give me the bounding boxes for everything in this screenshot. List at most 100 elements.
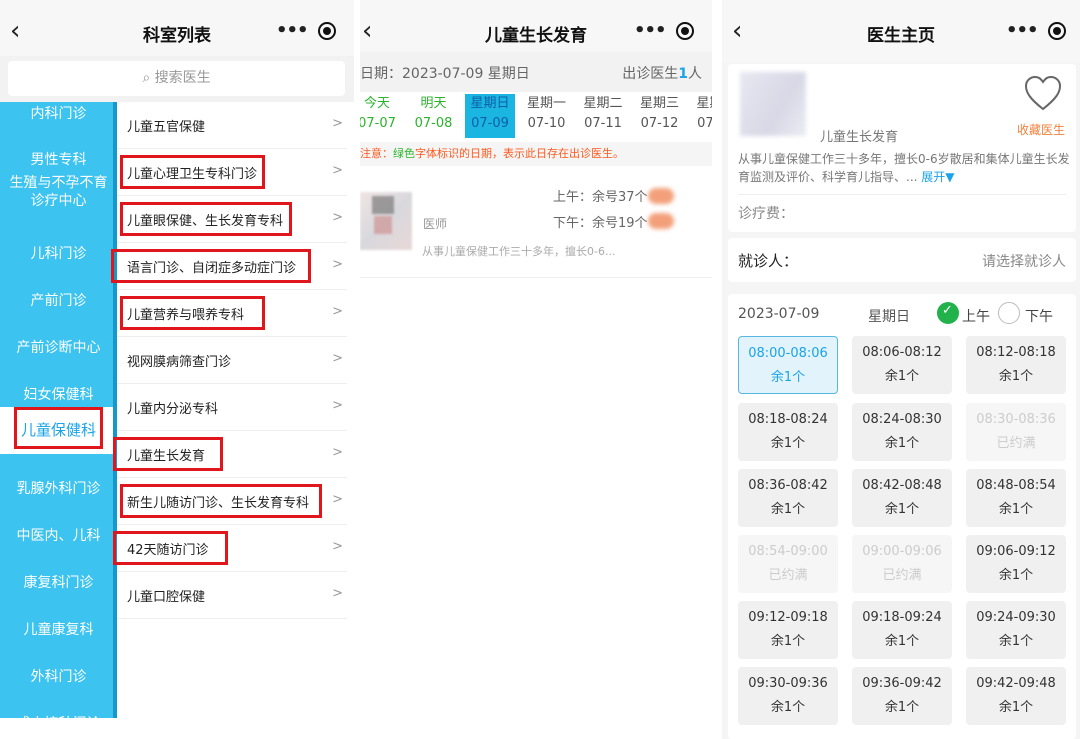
sidebar-item[interactable]: 乳腺外科门诊 (0, 480, 117, 498)
day-date: 07-13 (697, 116, 712, 131)
highlight-box (120, 202, 292, 236)
fee-label: 诊疗费： (738, 206, 794, 222)
time-slot[interactable]: 08:42-08:48 余1个 (852, 469, 952, 527)
department-row[interactable]: 视网膜病筛查门诊 > (117, 337, 347, 384)
department-label: 儿童内分泌专科 (127, 402, 219, 417)
time-slot[interactable]: 09:42-09:48 余1个 (966, 667, 1066, 725)
patient-selector[interactable]: 就诊人： 请选择就诊人 (728, 238, 1076, 282)
sidebar-item[interactable]: 外科门诊 (0, 668, 117, 686)
afternoon-radio[interactable] (998, 302, 1020, 324)
department-list-screen: ‹ 科室列表 ••• ⌕ 搜索医生 内科门诊 男性专科 生殖与不孕不育诊疗中心 儿科门… (0, 0, 354, 739)
slot-status: 余1个 (884, 436, 920, 451)
time-slot[interactable]: 09:12-09:18 余1个 (738, 601, 838, 659)
heart-icon[interactable] (1023, 74, 1063, 114)
department-row[interactable]: 儿童内分泌专科 > (117, 384, 347, 431)
highlight-box (111, 249, 311, 283)
day-tab[interactable]: 今天 07-07 (360, 94, 402, 138)
time-slot[interactable]: 09:18-09:24 余1个 (852, 601, 952, 659)
sidebar-item[interactable]: 康复科门诊 (0, 574, 117, 592)
target-icon[interactable] (676, 22, 694, 40)
doctor-role: 医师 (423, 217, 448, 231)
time-slot[interactable]: 08:36-08:42 余1个 (738, 469, 838, 527)
patient-placeholder: 请选择就诊人 (982, 254, 1066, 270)
sidebar-item[interactable]: 儿童康复科 (0, 621, 117, 639)
sidebar-item[interactable]: 男性专科 (0, 151, 117, 169)
doctor-profile-screen: ‹ 医生主页 ••• 儿童生长发育 收藏医生 从事儿童保健工作三十多年，擅长0-… (722, 0, 1080, 739)
search-placeholder: 搜索医生 (154, 70, 211, 86)
day-name: 星期三 (639, 96, 679, 111)
sidebar-item[interactable]: 成人接种门诊 (0, 715, 117, 718)
time-slot[interactable]: 09:36-09:42 余1个 (852, 667, 952, 725)
time-slot: 08:30-08:36 已约满 (966, 403, 1066, 461)
time-slot[interactable]: 08:06-08:12 余1个 (852, 336, 952, 394)
expand-link[interactable]: 展开▼ (921, 170, 954, 184)
chevron-right-icon: > (332, 586, 343, 601)
chevron-right-icon: > (332, 351, 343, 366)
morning-radio[interactable] (937, 302, 959, 324)
slot-time: 08:00-08:06 (748, 346, 828, 361)
more-dots-icon[interactable]: ••• (634, 20, 667, 41)
favorite-doctor-button[interactable]: 收藏医生 (1017, 121, 1065, 138)
day-name: 星期四 (696, 96, 712, 111)
day-selector: 今天 07-07 明天 07-08 星期日 07-09 星期一 07-10 星期二 07-11 星期… (360, 92, 712, 140)
target-icon[interactable] (318, 22, 336, 40)
time-slot: 09:00-09:06 已约满 (852, 535, 952, 593)
day-tab[interactable]: 星期四 07-13 (691, 94, 712, 138)
day-tab[interactable]: 星期三 07-12 (635, 94, 685, 138)
day-tab[interactable]: 星期二 07-11 (578, 94, 628, 138)
doctor-description: 从事儿童保健工作三十多年，擅长0-6... (422, 245, 616, 258)
highlight-box (120, 155, 265, 189)
day-date: 07-10 (527, 116, 566, 131)
sidebar-item[interactable]: 儿科门诊 (0, 245, 117, 263)
day-tab[interactable]: 明天 07-08 (409, 94, 459, 138)
doctor-photo (740, 72, 806, 136)
chevron-right-icon: > (332, 539, 343, 554)
sidebar-item[interactable]: 妇女保健科 (0, 386, 117, 404)
time-slot[interactable]: 08:12-08:18 余1个 (966, 336, 1066, 394)
department-row[interactable]: 儿童口腔保健 > (117, 572, 347, 619)
slot-time: 08:06-08:12 (862, 345, 942, 360)
sidebar-item[interactable]: 内科门诊 (0, 105, 117, 123)
patient-label: 就诊人： (738, 252, 799, 270)
time-slot[interactable]: 09:24-09:30 余1个 (966, 601, 1066, 659)
slot-time: 08:24-08:30 (862, 412, 942, 427)
day-name: 明天 (420, 96, 447, 111)
time-slot[interactable]: 08:24-08:30 余1个 (852, 403, 952, 461)
time-slot[interactable]: 08:48-08:54 余1个 (966, 469, 1066, 527)
department-label: 儿童口腔保健 (127, 590, 206, 605)
time-slot[interactable]: 08:00-08:06 余1个 (738, 336, 838, 394)
slot-time: 08:30-08:36 (976, 412, 1056, 427)
slot-status: 已约满 (996, 436, 1036, 451)
slot-time: 08:18-08:24 (748, 412, 828, 427)
chevron-right-icon: > (332, 163, 343, 178)
chevron-right-icon: > (332, 398, 343, 413)
morning-slots: 上午：余号37个 (553, 190, 648, 205)
department-row[interactable]: 儿童五官保健 > (117, 102, 347, 149)
day-tab[interactable]: 星期一 07-10 (522, 94, 572, 138)
highlight-box (14, 407, 103, 449)
time-slot[interactable]: 09:30-09:36 余1个 (738, 667, 838, 725)
more-dots-icon[interactable]: ••• (1006, 20, 1039, 41)
chevron-right-icon: > (332, 210, 343, 225)
day-name: 星期二 (583, 96, 623, 111)
time-slot[interactable]: 08:18-08:24 余1个 (738, 403, 838, 461)
avatar (360, 192, 412, 250)
sidebar-item[interactable]: 产前门诊 (0, 292, 117, 310)
more-dots-icon[interactable]: ••• (276, 20, 309, 41)
sidebar-item[interactable]: 产前诊断中心 (0, 339, 117, 357)
highlight-box (113, 437, 223, 471)
search-input[interactable]: ⌕ 搜索医生 (8, 61, 345, 96)
time-slot[interactable]: 09:06-09:12 余1个 (966, 535, 1066, 593)
day-date: 07-12 (640, 116, 679, 131)
afternoon-label: 下午 (1025, 309, 1053, 325)
slot-status: 余1个 (998, 502, 1034, 517)
sidebar-item[interactable]: 中医内、儿科 (0, 527, 117, 545)
slot-status: 余1个 (884, 369, 920, 384)
doctor-card[interactable]: 医师 上午：余号37个 下午：余号19个 从事儿童保健工作三十多年，擅长0-6.… (360, 170, 712, 278)
day-tab[interactable]: 星期日 07-09 (465, 94, 515, 138)
target-icon[interactable] (1048, 22, 1066, 40)
sidebar-item[interactable]: 生殖与不孕不育诊疗中心 (0, 174, 117, 210)
time-slot: 08:54-09:00 已约满 (738, 535, 838, 593)
slot-status: 余1个 (998, 369, 1034, 384)
highlight-box (113, 531, 228, 565)
